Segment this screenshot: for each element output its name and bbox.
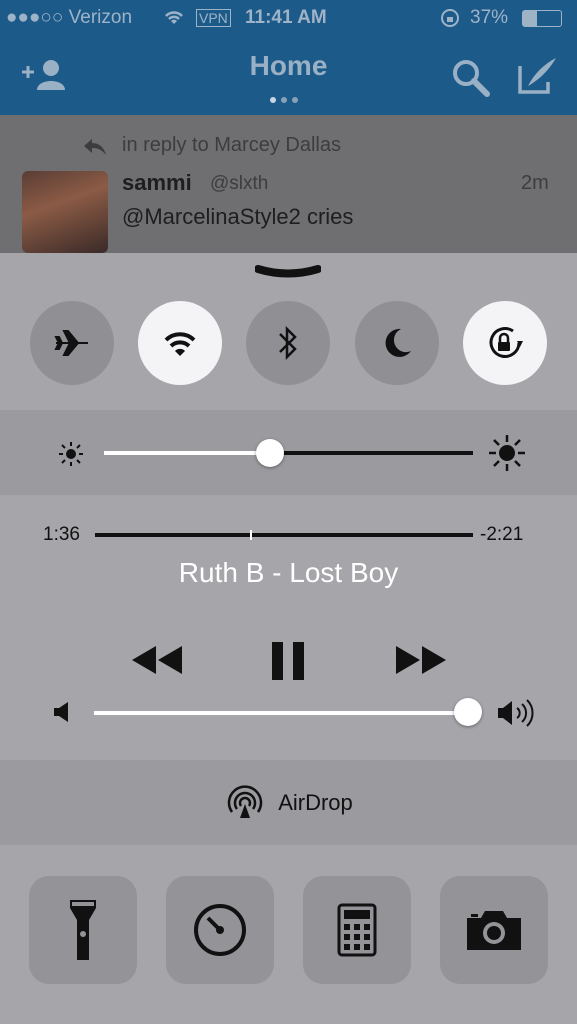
clock: 11:41 AM [245, 7, 327, 28]
reply-context: in reply to Marcey Dallas [122, 134, 341, 156]
brightness-slider[interactable] [104, 451, 473, 455]
avatar[interactable] [22, 171, 108, 253]
orientation-lock-status-icon [441, 9, 459, 27]
tweet-handle: @slxth [210, 173, 269, 194]
brightness-high-icon [489, 435, 525, 471]
rewind-icon[interactable] [130, 644, 184, 676]
airdrop-button[interactable]: AirDrop [0, 760, 577, 845]
do-not-disturb-toggle[interactable] [355, 301, 439, 385]
search-icon[interactable] [451, 58, 491, 98]
pause-icon[interactable] [270, 640, 306, 682]
volume-slider-knob[interactable] [454, 698, 482, 726]
dismiss-handle-icon[interactable] [255, 264, 321, 284]
wifi-toggle[interactable] [138, 301, 222, 385]
flashlight-icon [70, 900, 96, 960]
wifi-icon [164, 332, 196, 356]
wifi-signal-icon [165, 11, 183, 24]
camera-button[interactable] [440, 876, 548, 984]
reply-icon [84, 139, 106, 155]
airplane-mode-toggle[interactable] [30, 301, 114, 385]
rotation-lock-toggle[interactable] [463, 301, 547, 385]
remaining-time: -2:21 [480, 524, 524, 545]
battery-percent: 37% [470, 7, 509, 28]
airdrop-icon [227, 784, 263, 818]
fast-forward-icon[interactable] [394, 644, 448, 676]
volume-slider[interactable] [94, 711, 468, 715]
timer-button[interactable] [166, 876, 274, 984]
bluetooth-icon [279, 325, 297, 361]
calculator-icon [337, 903, 377, 957]
page-indicator [270, 90, 303, 108]
battery-icon [522, 10, 562, 27]
brightness-slider-knob[interactable] [256, 439, 285, 467]
carrier-label: ●●●○○ Verizon [6, 7, 133, 28]
tweet-age: 2m [521, 172, 549, 194]
moon-icon [385, 328, 411, 357]
bluetooth-toggle[interactable] [246, 301, 330, 385]
tweet-author: sammi [122, 170, 192, 195]
brightness-low-icon [59, 442, 83, 466]
camera-icon [467, 911, 521, 950]
rotation-lock-icon [489, 327, 523, 358]
now-playing-title: Ruth B - Lost Boy [178, 557, 399, 588]
vpn-badge: VPN [196, 9, 231, 27]
compose-icon[interactable] [516, 56, 558, 96]
elapsed-time: 1:36 [43, 524, 80, 545]
airplane-icon [54, 330, 88, 356]
flashlight-button[interactable] [29, 876, 137, 984]
scrubber-track[interactable] [95, 530, 473, 540]
tweet-text: @MarcelinaStyle2 cries [122, 204, 354, 229]
volume-high-icon [498, 699, 534, 727]
timer-icon [194, 904, 246, 956]
volume-low-icon [54, 702, 68, 722]
airdrop-label: AirDrop [278, 789, 353, 815]
calculator-button[interactable] [303, 876, 411, 984]
